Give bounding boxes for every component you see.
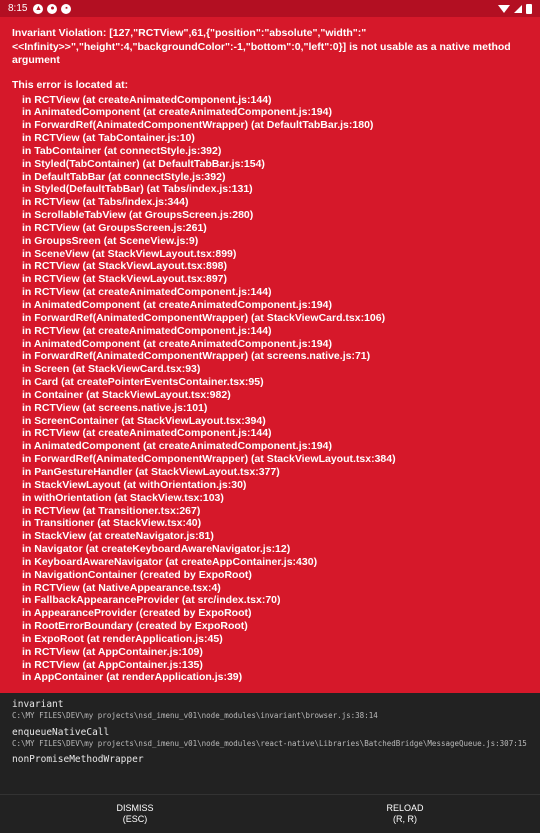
stack-line: in AnimatedComponent (at createAnimatedC…	[22, 440, 332, 453]
dismiss-button[interactable]: DISMISS (ESC)	[0, 795, 270, 833]
signal-icon	[514, 4, 522, 13]
stack-line: in RCTView (at StackViewLayout.tsx:898)	[22, 260, 228, 273]
stack-line: in GroupsSreen (at SceneView.js:9)	[22, 234, 199, 247]
error-located-label: This error is located at:	[12, 78, 129, 91]
stack-line: in AnimatedComponent (at createAnimatedC…	[22, 299, 332, 311]
trace-location: C:\MY FILES\DEV\my projects\nsd_imenu_v0…	[12, 711, 378, 720]
stack-line: in ForwardRef(AnimatedComponentWrapper) …	[22, 119, 374, 132]
stack-line: in RCTView (at createAnimatedComponent.j…	[22, 427, 272, 440]
stack-line: in KeyboardAwareNavigator (at createAppC…	[22, 555, 318, 568]
trace-function: nonPromiseMethodWrapper	[12, 754, 144, 765]
stack-line: in TabContainer (at connectStyle.js:392)	[22, 144, 222, 157]
trace-function: enqueueNativeCall	[12, 726, 110, 738]
stack-line: in AppearanceProvider (created by ExpoRo…	[22, 607, 252, 620]
stack-line: in Styled(TabContainer) (at DefaultTabBa…	[22, 157, 265, 170]
stack-line: in Navigator (at createKeyboardAwareNavi…	[22, 543, 291, 556]
reload-hint: (R, R)	[393, 814, 417, 824]
app-notification-icon: ●	[47, 3, 58, 14]
stack-line: in RCTView (at AppContainer.js:109)	[22, 645, 203, 658]
stack-line: in AnimatedComponent (at createAnimatedC…	[22, 337, 332, 350]
stack-line: in SceneView (at StackViewLayout.tsx:899…	[22, 247, 237, 260]
reload-label: RELOAD	[386, 803, 424, 813]
battery-icon	[526, 3, 532, 14]
trace-frame[interactable]: enqueueNativeCall C:\MY FILES\DEV\my proj…	[12, 727, 528, 749]
wifi-icon	[498, 4, 510, 13]
stack-line: in ExpoRoot (at renderApplication.js:45)	[22, 632, 223, 645]
stack-line: in ScreenContainer (at StackViewLayout.t…	[22, 414, 266, 427]
status-bar-left: 8:15 ▲ ● ▪	[8, 3, 72, 14]
sd-card-icon: ▪	[61, 3, 72, 14]
trace-function: invariant	[12, 699, 64, 710]
stack-line: in RCTView (at createAnimatedComponent.j…	[22, 324, 272, 337]
trace-frame[interactable]: nonPromiseMethodWrapper	[12, 754, 528, 766]
dismiss-hint: (ESC)	[122, 814, 148, 824]
stack-line: in RCTView (at createAnimatedComponent.j…	[22, 93, 272, 106]
error-message: Invariant Violation: [127,"RCTView",61,{…	[12, 27, 511, 66]
reload-button[interactable]: RELOAD (R, R)	[270, 795, 540, 833]
redbox-error-area[interactable]: Invariant Violation: [127,"RCTView",61,{…	[0, 17, 540, 693]
stack-line: in FallbackAppearanceProvider (at src/in…	[22, 594, 281, 607]
stack-line: in ScrollableTabView (at GroupsScreen.js…	[22, 209, 254, 222]
status-time: 8:15	[8, 3, 28, 14]
stack-line: in withOrientation (at StackView.tsx:103…	[22, 491, 224, 504]
stack-line: in RCTView (at screens.native.js:101)	[22, 401, 208, 414]
stack-line: in RCTView (at StackViewLayout.tsx:897)	[22, 273, 228, 286]
stack-line: in ForwardRef(AnimatedComponentWrapper) …	[22, 311, 386, 324]
stack-line: in RCTView (at createAnimatedComponent.j…	[22, 286, 272, 299]
trace-location: C:\MY FILES\DEV\my projects\nsd_imenu_v0…	[12, 738, 527, 748]
stack-line: in RCTView (at NativeAppearance.tsx:4)	[22, 581, 221, 594]
stack-trace-panel[interactable]: invariant C:\MY FILES\DEV\my projects\nsd…	[0, 693, 540, 794]
stack-line: in NavigationContainer (created by ExpoR…	[22, 568, 252, 581]
stack-line: in RCTView (at AppContainer.js:135)	[22, 658, 203, 671]
stack-line: in RCTView (at Transitioner.tsx:267)	[22, 504, 201, 517]
status-bar: 8:15 ▲ ● ▪	[0, 0, 540, 17]
component-stack: in RCTView (at createAnimatedComponent.j…	[12, 94, 528, 685]
notification-icons: ▲ ● ▪	[33, 3, 72, 14]
stack-line: in StackView (at createNavigator.js:81)	[22, 530, 214, 543]
stack-line: in RCTView (at GroupsScreen.js:261)	[22, 221, 207, 234]
redbox-footer: DISMISS (ESC) RELOAD (R, R)	[0, 794, 540, 833]
trace-frame[interactable]: invariant C:\MY FILES\DEV\my projects\nsd…	[12, 699, 528, 721]
stack-line: in ForwardRef(AnimatedComponentWrapper) …	[22, 350, 371, 363]
stack-line: in Screen (at StackViewCard.tsx:93)	[22, 363, 201, 376]
stack-line: in Card (at createPointerEventsContainer…	[22, 376, 264, 389]
stack-line: in DefaultTabBar (at connectStyle.js:392…	[22, 170, 226, 183]
stack-line: in ForwardRef(AnimatedComponentWrapper) …	[22, 453, 396, 466]
stack-line: in RCTView (at TabContainer.js:10)	[22, 132, 195, 145]
stack-line: in RootErrorBoundary (created by ExpoRoo…	[22, 620, 248, 633]
stack-line: in Styled(DefaultTabBar) (at Tabs/index.…	[22, 183, 253, 196]
stack-line: in Transitioner (at StackView.tsx:40)	[22, 517, 202, 530]
stack-line: in PanGestureHandler (at StackViewLayout…	[22, 465, 280, 478]
stack-line: in RCTView (at Tabs/index.js:344)	[22, 196, 189, 209]
stack-line: in AppContainer (at renderApplication.js…	[22, 671, 243, 684]
dismiss-label: DISMISS	[116, 803, 154, 813]
expo-notification-icon: ▲	[33, 3, 44, 14]
stack-line: in StackViewLayout (at withOrientation.j…	[22, 478, 247, 491]
status-bar-right	[498, 3, 532, 14]
stack-line: in Container (at StackViewLayout.tsx:982…	[22, 388, 231, 401]
stack-line: in AnimatedComponent (at createAnimatedC…	[22, 106, 332, 119]
